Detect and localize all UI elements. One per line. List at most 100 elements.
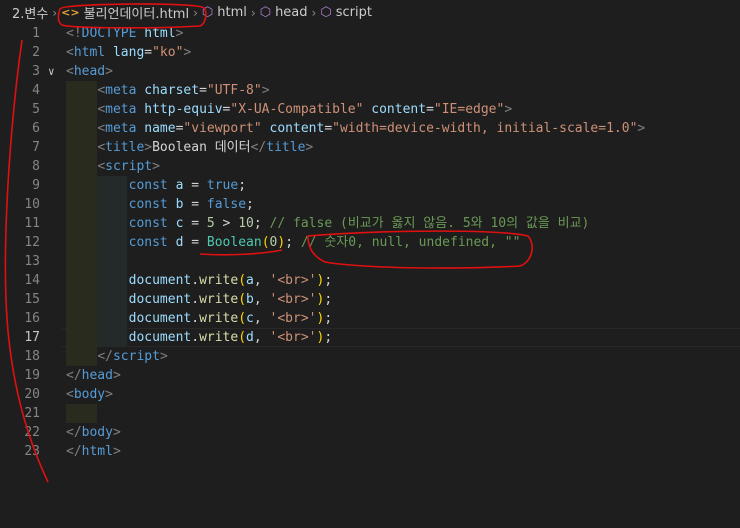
code-token: document <box>128 330 192 345</box>
code-text: </head> <box>66 366 121 385</box>
code-line[interactable]: 16 document.write(c, '<br>'); <box>0 309 740 328</box>
code-token: < <box>97 159 106 174</box>
code-text: document.write(b, '<br>'); <box>66 290 333 309</box>
code-token: meta <box>105 83 137 98</box>
code-token: c <box>246 311 254 326</box>
code-token: > <box>214 216 239 231</box>
code-token: write <box>199 273 239 288</box>
symbol-cube-icon: ⬡ <box>320 5 332 20</box>
code-line[interactable]: 5 <meta http-equiv = "X-UA-Compatible" con… <box>0 100 740 119</box>
breadcrumb-folder[interactable]: 2.변수 <box>12 3 48 22</box>
code-token: http-equiv <box>136 102 223 117</box>
code-text: <body> <box>66 385 113 404</box>
code-text: const d = Boolean(0); // 숫자0, null, unde… <box>66 233 521 252</box>
code-token: '<br>' <box>269 330 317 345</box>
code-line[interactable]: 3 ∨ <head> <box>0 62 740 81</box>
code-token: "width=device-width, initial-scale=1.0" <box>332 121 638 136</box>
code-token: write <box>199 330 239 345</box>
code-token: Boolean 데이터 <box>152 140 251 155</box>
code-line[interactable]: 21 <box>0 404 740 423</box>
code-line[interactable]: 4 <meta charset="UTF-8"> <box>0 81 740 100</box>
code-token: ( <box>261 235 270 250</box>
code-token: ( <box>238 311 247 326</box>
code-token: const <box>128 178 168 193</box>
breadcrumb-item-label: html <box>217 5 247 20</box>
code-line[interactable]: 19 </head> <box>0 366 740 385</box>
code-token: const <box>128 216 168 231</box>
code-line[interactable]: 22 </body> <box>0 423 740 442</box>
code-token: const <box>128 197 168 212</box>
code-token: </ <box>66 444 82 459</box>
code-token: DOCTYPE <box>81 26 137 41</box>
code-line[interactable]: 6 <meta name="viewport" content="width=d… <box>0 119 740 138</box>
code-token: '<br>' <box>269 311 317 326</box>
code-text: document.write(d, '<br>'); <box>66 328 333 347</box>
code-editor[interactable]: 1 <!DOCTYPE html> 2 <html lang="ko"> 3 ∨ <head… <box>0 24 740 528</box>
line-number: 12 <box>24 235 40 250</box>
code-token: > <box>112 368 121 383</box>
code-token: = <box>191 197 200 212</box>
code-line[interactable]: 12 const d = Boolean(0); // 숫자0, null, u… <box>0 233 740 252</box>
code-line[interactable]: 9 const a = true; <box>0 176 740 195</box>
code-token: '<br>' <box>269 273 317 288</box>
code-token: ; <box>253 216 270 231</box>
code-token: > <box>105 64 113 79</box>
code-token: content <box>363 102 427 117</box>
code-text: const b = false; <box>66 195 254 214</box>
code-line[interactable]: 7 <title>Boolean 데이터</title> <box>0 138 740 157</box>
line-number: 22 <box>24 425 40 440</box>
code-token: > <box>183 45 192 60</box>
code-text: <html lang="ko"> <box>66 43 191 62</box>
code-line[interactable]: 11 const c = 5 > 10; // false (비교가 옳지 않음… <box>0 214 740 233</box>
code-text: <!DOCTYPE html> <box>66 24 183 43</box>
code-line[interactable]: 13 <box>0 252 740 271</box>
code-text: const c = 5 > 10; // false (비교가 옳지 않음. 5… <box>66 214 590 233</box>
code-line[interactable]: 20 <body> <box>0 385 740 404</box>
html-file-icon: <> <box>61 6 80 19</box>
code-token: ( <box>238 273 247 288</box>
code-line[interactable]: 14 document.write(a, '<br>'); <box>0 271 740 290</box>
line-number: 11 <box>24 216 40 231</box>
code-token: "viewport" <box>183 121 262 136</box>
line-number: 20 <box>24 387 40 402</box>
chevron-right-icon: › <box>52 5 58 20</box>
line-number: 18 <box>24 349 40 364</box>
code-line[interactable]: 1 <!DOCTYPE html> <box>0 24 740 43</box>
line-number: 23 <box>24 444 40 459</box>
code-token: < <box>66 64 74 79</box>
code-token: 5 <box>206 216 215 231</box>
code-token: < <box>97 102 106 117</box>
code-token: ( <box>238 330 247 345</box>
breadcrumb-item-head[interactable]: ⬡ head <box>260 5 308 20</box>
code-text: <script> <box>66 157 160 176</box>
line-number: 2 <box>32 45 40 60</box>
code-token: '<br>' <box>269 292 317 307</box>
code-token: const <box>128 235 168 250</box>
code-text: document.write(c, '<br>'); <box>66 309 333 328</box>
fold-chevron-icon[interactable]: ∨ <box>48 62 62 81</box>
code-line[interactable]: 15 document.write(b, '<br>'); <box>0 290 740 309</box>
code-line[interactable]: 17 document.write(d, '<br>'); <box>0 328 740 347</box>
code-line[interactable]: 2 <html lang="ko"> <box>0 43 740 62</box>
code-line[interactable]: 10 const b = false; <box>0 195 740 214</box>
breadcrumb-item-script[interactable]: ⬡ script <box>320 5 372 20</box>
breadcrumb-file[interactable]: <> 불리언데이터.html <box>61 3 189 22</box>
code-token: false <box>199 197 247 212</box>
code-line[interactable]: 18 </script> <box>0 347 740 366</box>
code-line[interactable]: 8 <script> <box>0 157 740 176</box>
code-token: > <box>175 26 184 41</box>
code-token: ; <box>324 292 333 307</box>
code-token: 10 <box>238 216 254 231</box>
code-token: , <box>253 311 270 326</box>
code-line[interactable]: 23 </html> <box>0 442 740 461</box>
code-token: body <box>73 387 106 402</box>
code-token: = <box>324 121 333 136</box>
code-token: ; <box>246 197 254 212</box>
code-text: </html> <box>66 442 121 461</box>
code-token: write <box>199 292 239 307</box>
code-token: true <box>199 178 239 193</box>
breadcrumb-item-html[interactable]: ⬡ html <box>202 5 247 20</box>
code-text: const a = true; <box>66 176 246 195</box>
breadcrumb-item-label: script <box>335 5 372 20</box>
